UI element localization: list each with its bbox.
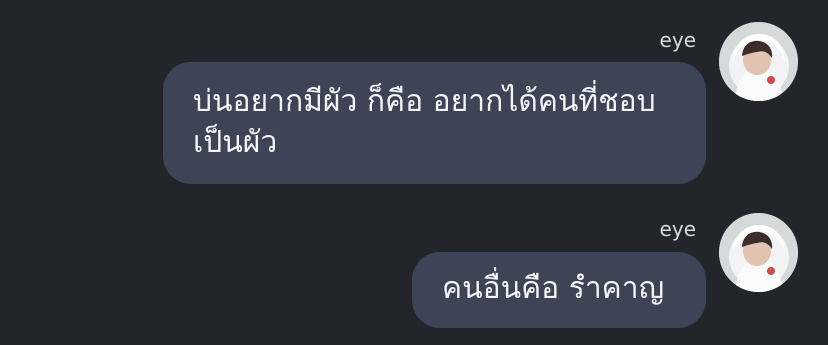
profile-photo-icon	[719, 213, 798, 292]
chat-thread: eye บ่นอยากมีผัว ก็คือ อยากได้คนที่ชอบเป…	[0, 0, 828, 345]
avatar[interactable]	[719, 213, 798, 292]
sender-name: eye	[659, 28, 696, 52]
profile-photo-icon	[719, 22, 798, 101]
avatar[interactable]	[719, 22, 798, 101]
message-bubble[interactable]: คนอื่นคือ รำคาญ	[412, 252, 706, 328]
message-bubble[interactable]: บ่นอยากมีผัว ก็คือ อยากได้คนที่ชอบเป็นผั…	[163, 62, 706, 184]
sender-name: eye	[659, 217, 696, 241]
